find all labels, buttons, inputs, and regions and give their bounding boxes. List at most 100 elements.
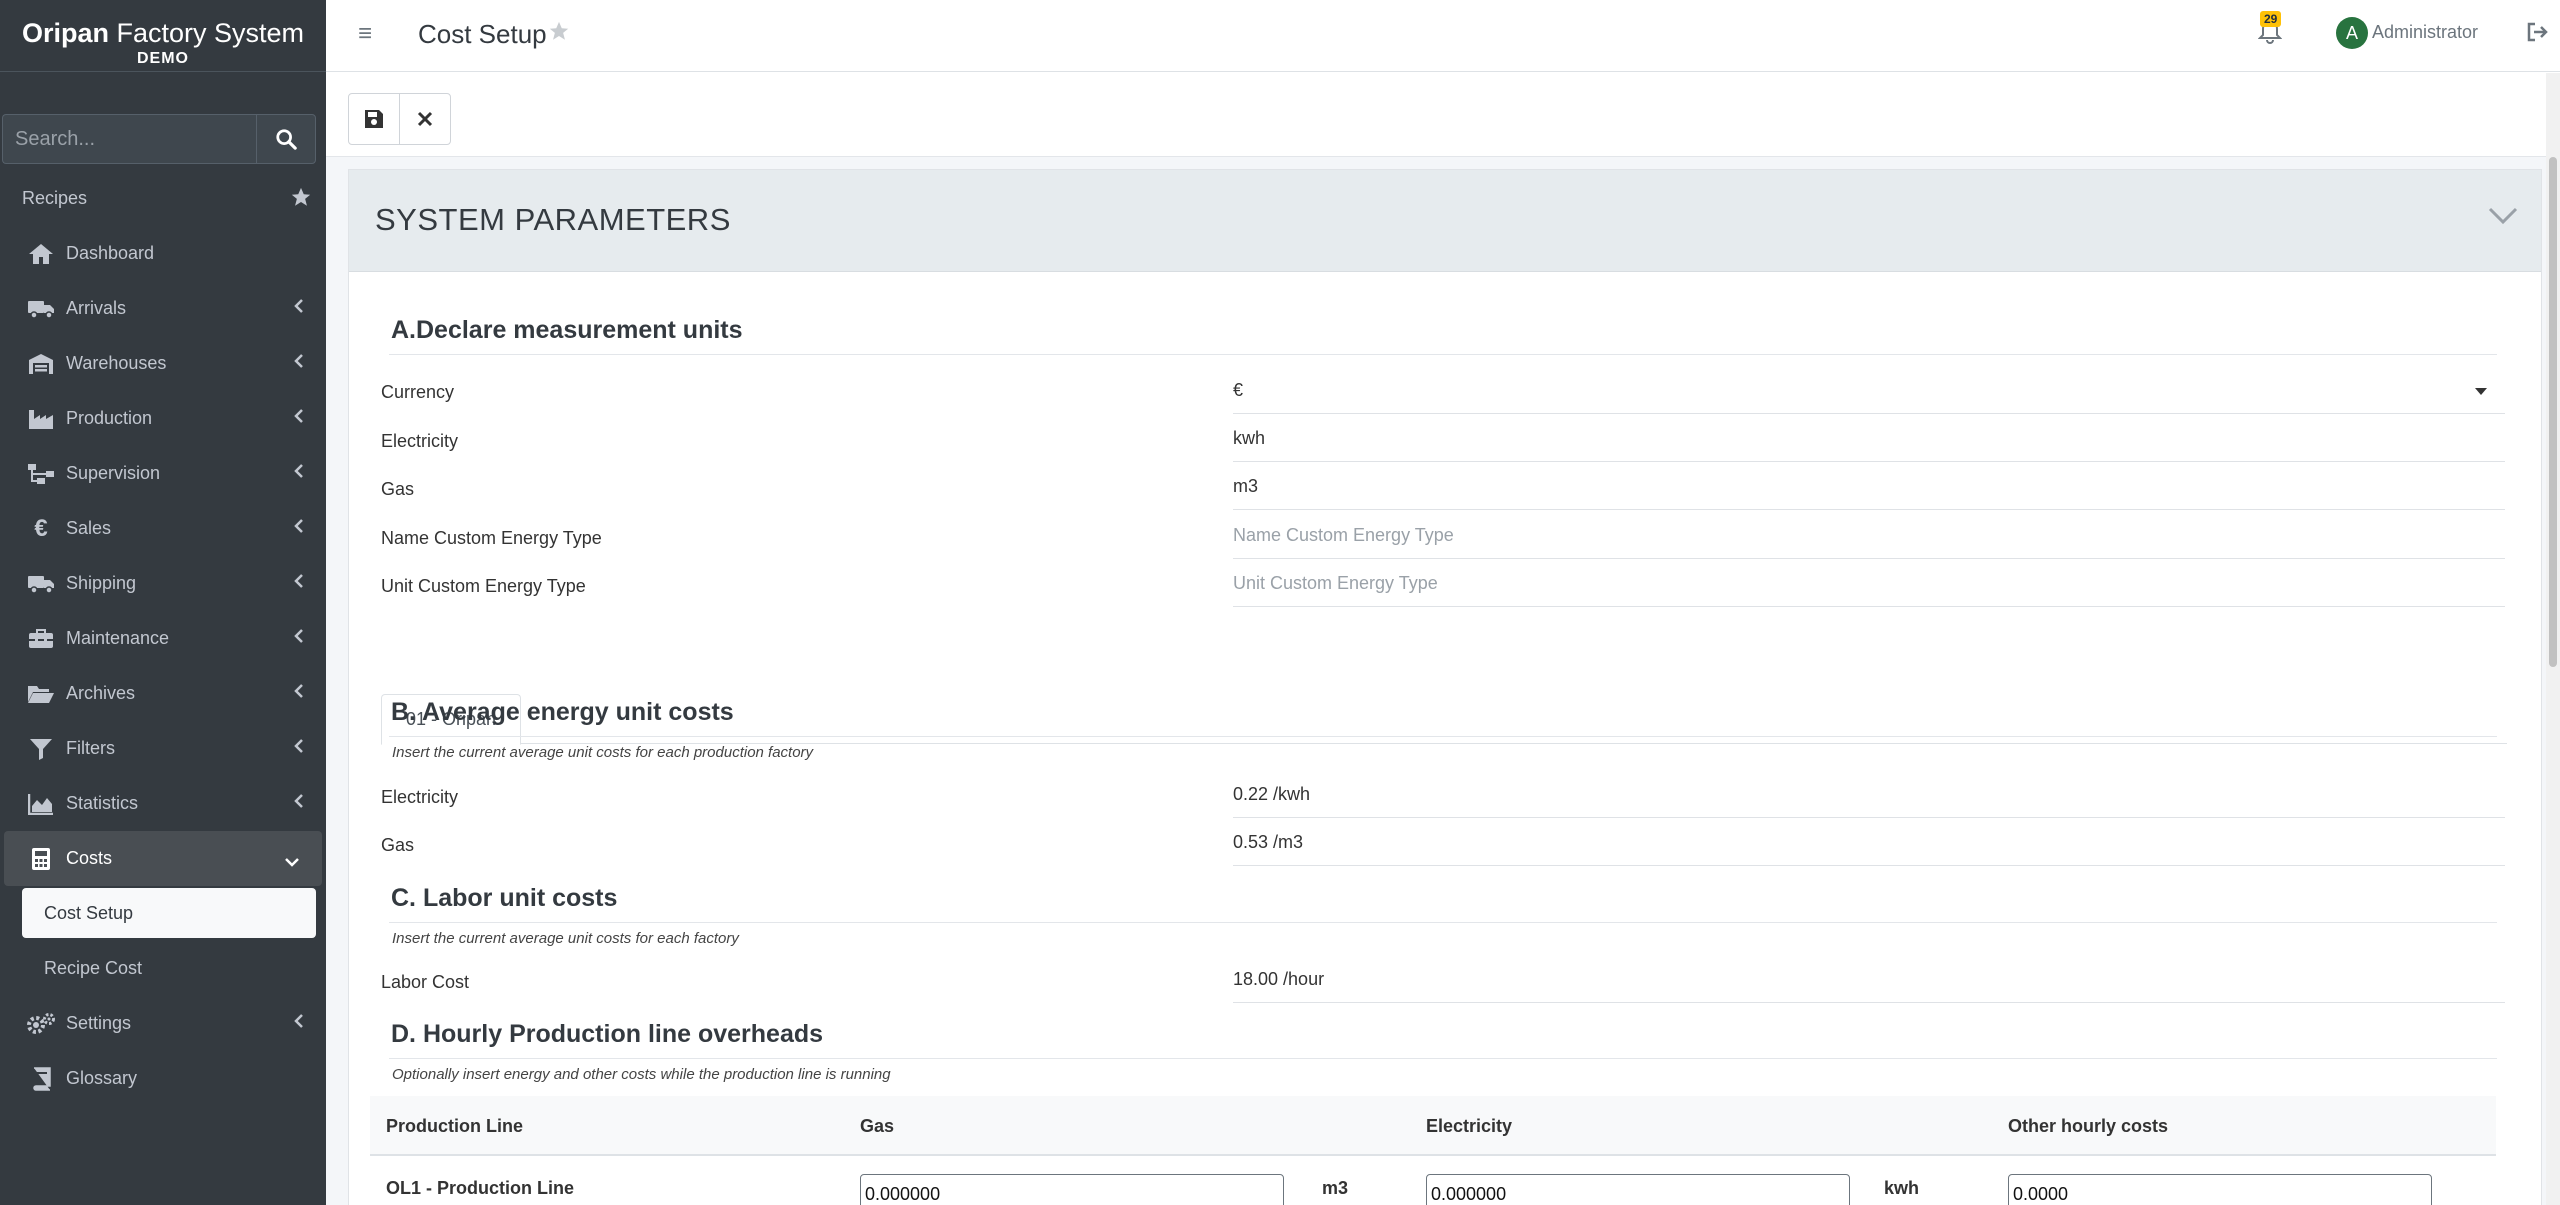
labor-cost-field[interactable]: 18.00 /hour	[1233, 959, 2505, 1003]
card-title: SYSTEM PARAMETERS	[375, 202, 731, 237]
chevron-left-icon	[294, 518, 304, 539]
sidebar-subitem-label: Cost Setup	[44, 902, 134, 923]
electricity-unit-field[interactable]: kwh	[1233, 418, 2505, 462]
search-button[interactable]	[256, 114, 316, 164]
notification-badge: 29	[2260, 11, 2282, 27]
column-header: Production Line	[386, 1116, 523, 1136]
user-name[interactable]: Administrator	[2372, 22, 2478, 43]
star-icon[interactable]	[290, 186, 312, 213]
chart-area-icon	[26, 791, 56, 817]
calculator-icon	[26, 846, 56, 872]
sidebar-item-label: Statistics	[66, 793, 139, 813]
toolbox-icon	[26, 626, 56, 652]
sidebar-item-settings[interactable]: Settings	[0, 996, 326, 1051]
currency-label: Currency	[381, 382, 455, 402]
menu-toggle-icon[interactable]: ≡	[358, 20, 372, 48]
divider	[389, 736, 2497, 737]
avatar[interactable]: A	[2336, 17, 2368, 49]
sidebar-item-arrivals[interactable]: Arrivals	[0, 281, 326, 336]
recipes-label: Recipes	[22, 188, 88, 208]
chevron-down-icon[interactable]	[2487, 206, 2519, 231]
sidebar-item-warehouses[interactable]: Warehouses	[0, 336, 326, 391]
chevron-left-icon	[294, 683, 304, 704]
sidebar-item-production[interactable]: Production	[0, 391, 326, 446]
page-scrollbar[interactable]	[2546, 73, 2560, 1205]
sidebar-item-label: Settings	[66, 1013, 132, 1033]
section-b-hint: Insert the current average unit costs fo…	[392, 744, 814, 761]
warehouse-icon	[26, 351, 56, 377]
sidebar-item-label: Maintenance	[66, 628, 170, 648]
sidebar-item-archives[interactable]: Archives	[0, 666, 326, 721]
chevron-left-icon	[294, 738, 304, 759]
sidebar-item-dashboard[interactable]: Dashboard	[0, 226, 326, 281]
search-icon	[276, 129, 297, 150]
electricity-cost-field[interactable]: 0.22 /kwh	[1233, 774, 2505, 818]
table-row: OL1 - Production Line m3 kwh	[370, 1158, 2496, 1205]
labor-cost-label: Labor Cost	[381, 972, 470, 992]
section-a-heading: A.Declare measurement units	[391, 316, 743, 344]
favorite-star-icon[interactable]	[548, 20, 570, 47]
cancel-button[interactable]	[399, 93, 451, 145]
caret-down-icon	[2475, 388, 2487, 395]
sidebar-item-maintenance[interactable]: Maintenance	[0, 611, 326, 666]
card-header[interactable]: SYSTEM PARAMETERS	[349, 170, 2541, 272]
sidebar-item-supervision[interactable]: Supervision	[0, 446, 326, 501]
brand[interactable]: Oripan Factory System DEMO	[0, 0, 326, 72]
electricity-overhead-unit: kwh	[1884, 1178, 1920, 1198]
chevron-left-icon	[294, 628, 304, 649]
gas-unit-field[interactable]: m3	[1233, 466, 2505, 510]
divider	[389, 922, 2497, 923]
custom-energy-unit-label: Unit Custom Energy Type	[381, 576, 586, 596]
sidebar-subitem-recipe-cost[interactable]: Recipe Cost	[0, 941, 326, 996]
scrollbar-thumb[interactable]	[2549, 157, 2557, 667]
section-c-hint: Insert the current average unit costs fo…	[392, 930, 739, 947]
sidebar-nav: Dashboard Arrivals Warehouses Production…	[0, 226, 326, 1106]
gas-overhead-input[interactable]	[860, 1174, 1284, 1205]
column-header: Gas	[860, 1116, 895, 1136]
chevron-left-icon	[294, 793, 304, 814]
sidebar-item-filters[interactable]: Filters	[0, 721, 326, 776]
brand-title: Oripan Factory System	[0, 18, 326, 48]
recipes-favorites[interactable]: Recipes	[0, 180, 326, 218]
logout-icon[interactable]	[2526, 22, 2548, 47]
sidebar: Oripan Factory System DEMO Recipes Dashb…	[0, 0, 326, 1205]
sidebar-subitem-cost-setup[interactable]: Cost Setup	[22, 888, 316, 938]
sidebar-item-label: Warehouses	[66, 353, 167, 373]
column-header: Other hourly costs	[2008, 1116, 2169, 1136]
electricity-overhead-input[interactable]	[1426, 1174, 1850, 1205]
page-title: Cost Setup	[418, 19, 547, 49]
sidebar-item-sales[interactable]: € Sales	[0, 501, 326, 556]
divider	[389, 354, 2497, 355]
app-root: Oripan Factory System DEMO Recipes Dashb…	[0, 0, 2560, 1205]
custom-energy-name-field[interactable]: Name Custom Energy Type	[1233, 515, 2505, 559]
chevron-left-icon	[294, 463, 304, 484]
sidebar-item-shipping[interactable]: Shipping	[0, 556, 326, 611]
euro-icon: €	[34, 514, 48, 542]
custom-energy-name-label: Name Custom Energy Type	[381, 528, 602, 548]
currency-value: €	[1233, 380, 1244, 400]
toolbar	[326, 73, 2546, 157]
column-header: Electricity	[1426, 1116, 1513, 1136]
sidebar-item-label: Arrivals	[66, 298, 127, 318]
sidebar-item-statistics[interactable]: Statistics	[0, 776, 326, 831]
cogs-icon	[26, 1011, 56, 1037]
sidebar-item-label: Dashboard	[66, 243, 155, 263]
custom-energy-unit-field[interactable]: Unit Custom Energy Type	[1233, 563, 2505, 607]
chevron-left-icon	[294, 353, 304, 374]
search-input[interactable]	[2, 114, 256, 164]
currency-select[interactable]: €	[1233, 370, 2505, 414]
sidebar-item-costs[interactable]: Costs	[4, 831, 322, 886]
section-d-heading: D. Hourly Production line overheads	[391, 1020, 824, 1048]
system-parameters-card: SYSTEM PARAMETERS A.Declare measurement …	[348, 169, 2542, 1205]
gas-cost-field[interactable]: 0.53 /m3	[1233, 822, 2505, 866]
sidebar-subitem-label: Recipe Cost	[44, 958, 143, 978]
save-button[interactable]	[348, 93, 400, 145]
gas-cost-label: Gas	[381, 835, 415, 855]
overheads-table-header: Production Line Gas Electricity Other ho…	[370, 1096, 2496, 1156]
sidebar-item-label: Filters	[66, 738, 115, 758]
save-icon	[365, 110, 383, 128]
sidebar-item-label: Supervision	[66, 463, 161, 483]
sidebar-item-glossary[interactable]: Glossary	[0, 1051, 326, 1106]
home-icon	[26, 241, 56, 267]
other-hourly-cost-input[interactable]	[2008, 1174, 2432, 1205]
